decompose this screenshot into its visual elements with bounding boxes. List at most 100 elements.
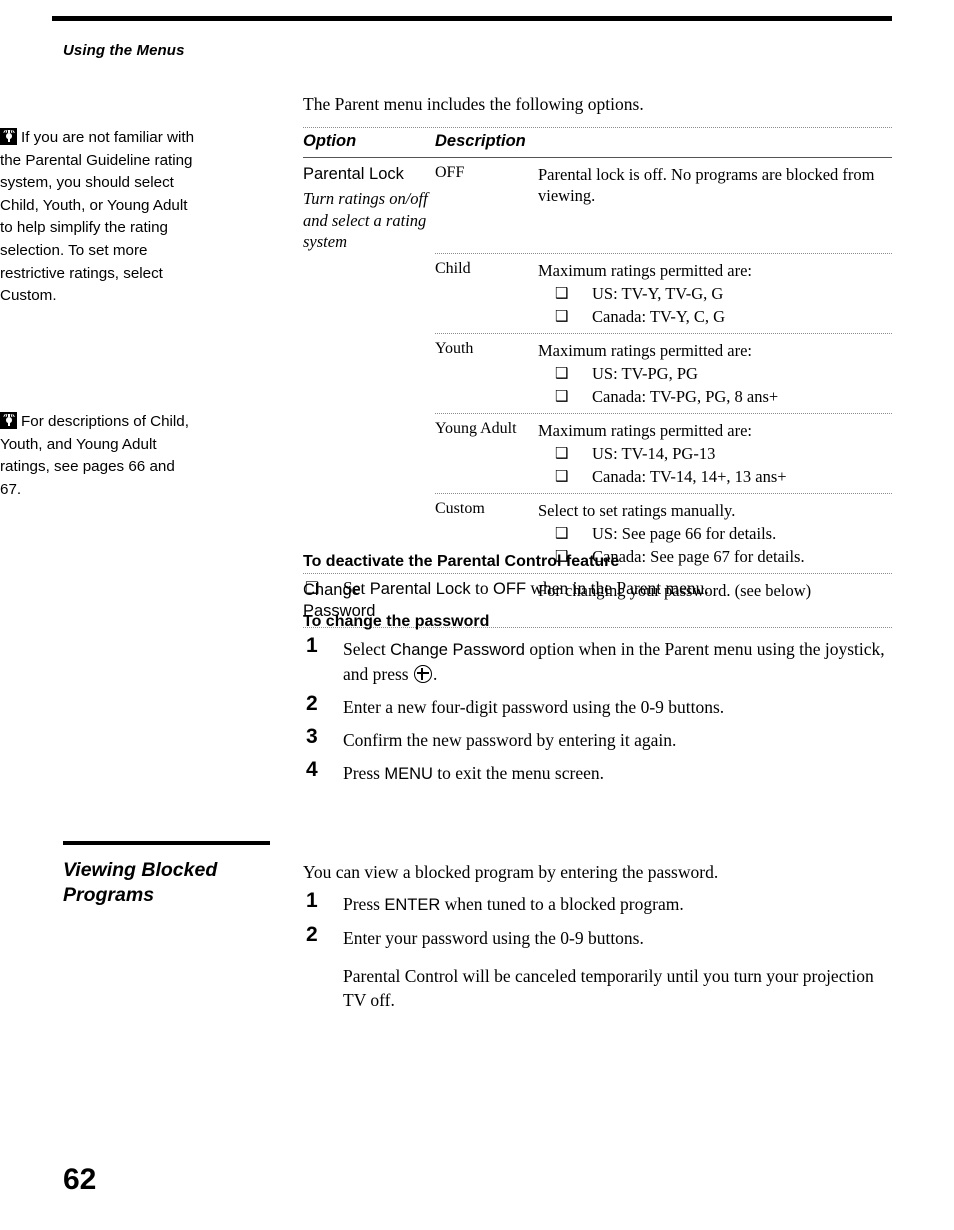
value-cell-off: OFF (435, 164, 465, 181)
list-item: ❑ Canada: TV-Y, C, G (538, 305, 892, 328)
description-text: Maximum ratings permitted are: (538, 340, 752, 360)
step-item: 1 Select Change Password option when in t… (303, 634, 892, 686)
running-head: Using the Menus (63, 42, 185, 59)
square-bullet-icon: ❑ (555, 363, 569, 382)
ui-term-parental-lock: Parental Lock (369, 580, 471, 598)
table-row: Parental Lock Turn ratings on/off and se… (303, 158, 892, 253)
description-text: Parental lock is off. No programs are bl… (538, 165, 875, 205)
description-text: Select to set ratings manually. (538, 500, 736, 520)
step-text: Enter your password using the 0-9 button… (343, 928, 644, 948)
value-cell-young-adult: Young Adult (435, 419, 517, 437)
option-cell-spacer (303, 414, 435, 420)
description-cell-young-adult: Maximum ratings permitted are: ❑ US: TV-1… (538, 414, 892, 493)
header-rule (52, 16, 892, 21)
value-cell-custom: Custom (435, 499, 485, 517)
joystick-select-icon (413, 665, 432, 683)
table-row: Young Adult Maximum ratings permitted ar… (303, 414, 892, 493)
step-item: 1 Press ENTER when tuned to a blocked pro… (303, 889, 892, 917)
text-mid: when tuned to a blocked program. (440, 894, 684, 914)
list-item-label: US: See page 66 for details. (592, 523, 777, 543)
description-text: Maximum ratings permitted are: (538, 420, 752, 440)
section-heading-viewing-blocked-programs: Viewing Blocked Programs (63, 859, 218, 906)
text-pre: Set (343, 578, 370, 598)
column-header-description: Description (435, 132, 526, 150)
procedure-viewing-blocked: You can view a blocked program by enteri… (303, 860, 892, 1012)
bullet-list: ❑ US: TV-PG, PG ❑ Canada: TV-PG, PG, 8 ans… (538, 362, 892, 408)
viewing-blocked-intro: You can view a blocked program by enteri… (303, 862, 719, 882)
step-number: 2 (306, 923, 318, 946)
step-number: 3 (306, 725, 318, 748)
option-subtitle: Turn ratings on/off and select a rating … (303, 189, 428, 251)
tip-lightbulb-icon (0, 128, 17, 145)
step-text: Enter a new four-digit password using th… (343, 697, 725, 717)
text-mid: to (470, 578, 494, 598)
text-post: . (432, 664, 438, 684)
list-item: ❑ Canada: TV-14, 14+, 13 ans+ (538, 465, 892, 488)
table-header-row: Option Description (303, 128, 892, 157)
option-cell-spacer (303, 254, 435, 260)
page-number: 62 (63, 1163, 97, 1196)
list-item: ❑ US: TV-14, PG-13 (538, 442, 892, 465)
description-text: Maximum ratings permitted are: (538, 260, 752, 280)
tip-note-rating-system: If you are not familiar with the Parenta… (0, 127, 200, 308)
ui-term-change-password: Change Password (390, 641, 525, 659)
tip-note-text: If you are not familiar with the Parenta… (0, 129, 195, 305)
step-text: Confirm the new password by entering it … (343, 730, 677, 750)
list-item-label: Canada: TV-PG, PG, 8 ans+ (592, 386, 779, 406)
list-item-label: US: TV-PG, PG (592, 363, 698, 383)
table-row: Youth Maximum ratings permitted are: ❑ US… (303, 334, 892, 413)
list-item: ❑ Canada: TV-PG, PG, 8 ans+ (538, 385, 892, 408)
list-item-label: US: TV-Y, TV-G, G (592, 283, 724, 303)
procedure-heading: To deactivate the Parental Control featu… (303, 553, 620, 570)
list-item: ❑ Set Parental Lock to OFF when in the Pa… (303, 577, 892, 601)
description-cell-off: Parental lock is off. No programs are bl… (538, 158, 892, 211)
value-cell-youth: Youth (435, 339, 474, 357)
intro-paragraph: The Parent menu includes the following o… (303, 94, 644, 114)
list-item-label: Canada: TV-Y, C, G (592, 306, 726, 326)
step-item: 4 Press MENU to exit the menu screen. (303, 758, 892, 786)
text-pre: Press (343, 894, 385, 914)
column-header-option: Option (303, 132, 357, 150)
ui-term-off: OFF (493, 580, 527, 598)
square-bullet-icon: ❑ (555, 443, 569, 462)
tip-lightbulb-icon (0, 412, 17, 429)
text-mid: to exit the menu screen. (432, 763, 604, 783)
procedure-deactivate: To deactivate the Parental Control featu… (303, 551, 892, 601)
procedure-heading: To change the password (303, 613, 490, 630)
square-bullet-icon: ❑ (555, 283, 569, 302)
list-item: ❑ US: See page 66 for details. (538, 522, 892, 545)
procedure-change-password: To change the password 1 Select Change Pa… (303, 611, 892, 795)
table-row: Child Maximum ratings permitted are: ❑ US… (303, 254, 892, 333)
step-number: 1 (306, 889, 318, 912)
option-cell-spacer (303, 494, 435, 500)
bullet-list: ❑ US: TV-Y, TV-G, G ❑ Canada: TV-Y, C, G (538, 282, 892, 328)
option-name: Parental Lock (303, 165, 404, 183)
step-number: 1 (306, 634, 318, 657)
step-number: 2 (306, 692, 318, 715)
list-item-label: US: TV-14, PG-13 (592, 443, 716, 463)
step-item: 2 Enter your password using the 0-9 butto… (303, 923, 892, 950)
ui-term-enter: ENTER (384, 896, 441, 914)
bullet-list: ❑ US: TV-14, PG-13 ❑ Canada: TV-14, 14+, 1… (538, 442, 892, 488)
square-bullet-icon: ❑ (555, 523, 569, 542)
text-pre: Press (343, 763, 385, 783)
step-number: 4 (306, 758, 318, 781)
square-bullet-icon: ❑ (305, 578, 320, 597)
option-cell-spacer (303, 334, 435, 340)
description-cell-child: Maximum ratings permitted are: ❑ US: TV-Y… (538, 254, 892, 333)
ui-term-menu: MENU (384, 765, 433, 783)
section-rule (63, 841, 270, 845)
tip-note-text: For descriptions of Child, Youth, and Yo… (0, 413, 189, 498)
document-page: Using the Menus If you are not familiar … (0, 0, 954, 1230)
square-bullet-icon: ❑ (555, 386, 569, 405)
value-cell-child: Child (435, 259, 471, 277)
list-item-label: Canada: TV-14, 14+, 13 ans+ (592, 466, 787, 486)
square-bullet-icon: ❑ (555, 466, 569, 485)
list-item: ❑ US: TV-PG, PG (538, 362, 892, 385)
option-cell-parental-lock: Parental Lock Turn ratings on/off and se… (303, 158, 435, 253)
list-item: ❑ US: TV-Y, TV-G, G (538, 282, 892, 305)
text-post: when in the Parent menu. (526, 578, 709, 598)
viewing-blocked-note: Parental Control will be canceled tempor… (343, 966, 874, 1010)
tip-note-rating-descriptions: For descriptions of Child, Youth, and Yo… (0, 411, 200, 501)
square-bullet-icon: ❑ (555, 306, 569, 325)
